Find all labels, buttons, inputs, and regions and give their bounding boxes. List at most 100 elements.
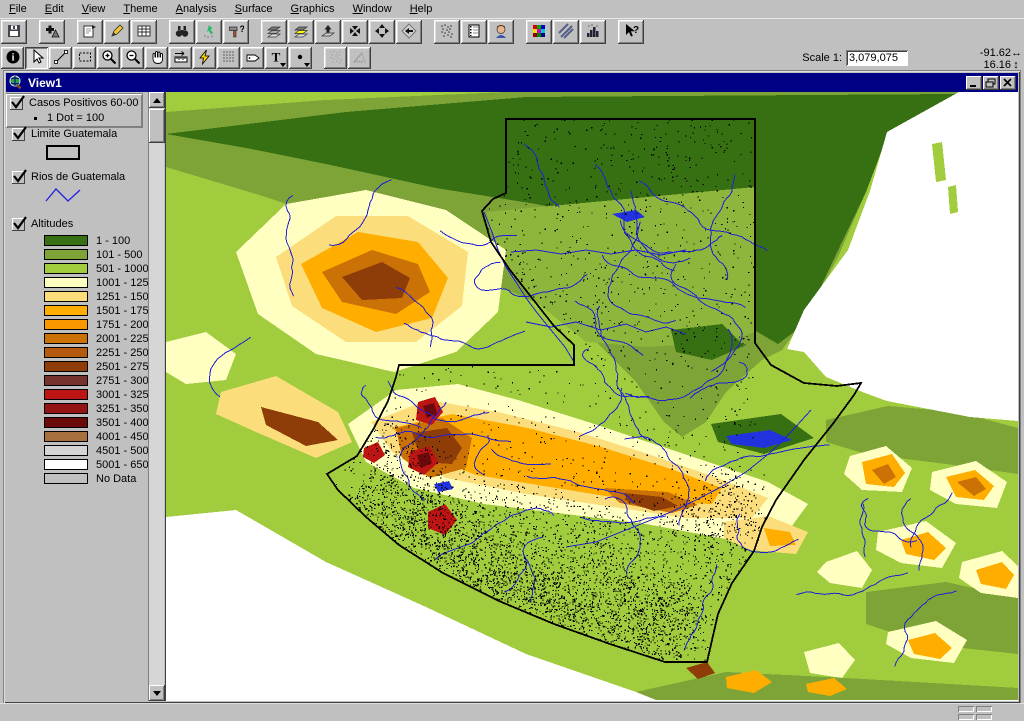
spatial-analysis-tool-2 <box>348 47 371 69</box>
zoom-out-fixed-button[interactable] <box>369 20 395 44</box>
avenue-help-button[interactable] <box>488 20 514 44</box>
boundary-symbol <box>46 145 80 160</box>
theme-checkbox[interactable] <box>10 97 23 110</box>
menu-bar: FileEditViewThemeAnalysisSurfaceGraphics… <box>0 0 1024 19</box>
scroll-up-button[interactable] <box>149 92 165 108</box>
legend-class-row: 1001 - 1250 <box>44 276 148 289</box>
select-feature-tool[interactable] <box>73 47 96 69</box>
theme-checkbox[interactable] <box>12 218 25 231</box>
select-features-graphic-button[interactable] <box>434 20 460 44</box>
menu-window[interactable]: Window <box>344 1 401 17</box>
find-button[interactable] <box>169 20 195 44</box>
menu-analysis[interactable]: Analysis <box>167 1 226 17</box>
legend-class-row: 5001 - 6500 <box>44 458 148 471</box>
draw-point-tool[interactable] <box>289 47 312 69</box>
coord-x: -91.62 <box>980 47 1011 59</box>
restore-icon <box>983 76 999 90</box>
menu-surface[interactable]: Surface <box>226 1 282 17</box>
scroll-down-button[interactable] <box>149 685 165 701</box>
label-tag-icon <box>245 49 261 65</box>
open-theme-table-button[interactable] <box>131 20 157 44</box>
restore-button[interactable] <box>983 76 999 90</box>
guatemala-elevation-map <box>166 92 1018 700</box>
zoom-in-tool[interactable] <box>97 47 120 69</box>
query-icon: ? <box>228 23 244 39</box>
scroll-thumb[interactable] <box>149 109 165 143</box>
legend-theme-limite-guatemala[interactable]: Limite Guatemala <box>10 127 148 160</box>
hotlink-tool[interactable] <box>193 47 216 69</box>
theme-name: Limite Guatemala <box>31 127 117 141</box>
add-theme-button[interactable] <box>39 20 65 44</box>
layout-button[interactable] <box>461 20 487 44</box>
save-project-button[interactable] <box>1 20 27 44</box>
toc-scrollbar[interactable] <box>148 92 164 701</box>
slope-gray-icon <box>352 49 368 65</box>
histogram-button[interactable] <box>580 20 606 44</box>
legend-colors-button[interactable] <box>526 20 552 44</box>
class-label: 2001 - 2250 <box>96 333 148 345</box>
histogram-icon <box>585 23 601 39</box>
menu-view[interactable]: View <box>73 1 115 17</box>
zoom-active-theme-button[interactable] <box>288 20 314 44</box>
legend-theme-rios-de-guatemala[interactable]: Rios de Guatemala <box>10 170 148 207</box>
legend-class-row: 4501 - 5000 <box>44 444 148 457</box>
measure-tool[interactable] <box>169 47 192 69</box>
select-area-tool[interactable] <box>217 47 240 69</box>
dot-symbol <box>34 117 37 120</box>
locate-button[interactable] <box>196 20 222 44</box>
menu-graphics[interactable]: Graphics <box>282 1 344 17</box>
class-label: 3001 - 3250 <box>96 389 148 401</box>
zoom-in-fixed-button[interactable] <box>342 20 368 44</box>
class-swatch <box>44 375 88 386</box>
query-builder-button[interactable]: ? <box>223 20 249 44</box>
class-swatch <box>44 403 88 414</box>
zoom-full-extent-button[interactable] <box>261 20 287 44</box>
text-tool[interactable]: T <box>265 47 288 69</box>
svg-text:T: T <box>271 50 280 65</box>
identify-tool[interactable]: i <box>1 47 24 69</box>
close-icon <box>1000 76 1016 90</box>
menu-theme[interactable]: Theme <box>114 1 166 17</box>
map-viewport[interactable] <box>165 92 1018 701</box>
class-swatch <box>44 291 88 302</box>
legend-class-row: No Data <box>44 472 148 485</box>
zoom-in-icon <box>101 49 117 65</box>
legend-class-row: 2251 - 2500 <box>44 346 148 359</box>
class-label: 2251 - 2500 <box>96 347 148 359</box>
checkmark-icon <box>10 94 26 110</box>
pointer-tool[interactable] <box>25 47 48 69</box>
minimize-icon <box>966 76 982 90</box>
legend-theme-casos-positivos-60-00[interactable]: Casos Positivos 60-001 Dot = 100 <box>6 94 142 127</box>
label-tool[interactable] <box>241 47 264 69</box>
minimize-button[interactable] <box>966 76 982 90</box>
arcview-application: FileEditViewThemeAnalysisSurfaceGraphics… <box>0 0 1024 721</box>
menu-edit[interactable]: Edit <box>36 1 73 17</box>
scale-input[interactable] <box>846 50 908 66</box>
help-pointer-button[interactable]: ? <box>618 20 644 44</box>
class-swatch <box>44 263 88 274</box>
table-icon <box>136 23 152 39</box>
menu-file[interactable]: File <box>0 1 36 17</box>
close-button[interactable] <box>1000 76 1016 90</box>
class-label: 3501 - 4000 <box>96 417 148 429</box>
zoom-out-tool[interactable] <box>121 47 144 69</box>
menu-help[interactable]: Help <box>401 1 442 17</box>
view-window-titlebar[interactable]: View1 <box>6 73 1018 92</box>
class-swatch <box>44 319 88 330</box>
class-label: 101 - 500 <box>96 249 142 261</box>
vertex-edit-tool[interactable] <box>49 47 72 69</box>
legend-theme-altitudes[interactable]: Altitudes1 - 100101 - 500501 - 10001001 … <box>10 217 148 485</box>
theme-checkbox[interactable] <box>12 171 25 184</box>
hatch-fill-button[interactable] <box>553 20 579 44</box>
class-label: 3251 - 3500 <box>96 403 148 415</box>
pan-tool[interactable] <box>145 47 168 69</box>
zoom-previous-button[interactable] <box>396 20 422 44</box>
svg-text:i: i <box>11 53 14 64</box>
locate-icon <box>201 23 217 39</box>
class-swatch <box>44 473 88 484</box>
theme-checkbox[interactable] <box>12 128 25 141</box>
zoom-selected-button[interactable] <box>315 20 341 44</box>
edit-legend-button[interactable] <box>104 20 130 44</box>
status-bar <box>0 703 1024 721</box>
theme-properties-button[interactable] <box>77 20 103 44</box>
